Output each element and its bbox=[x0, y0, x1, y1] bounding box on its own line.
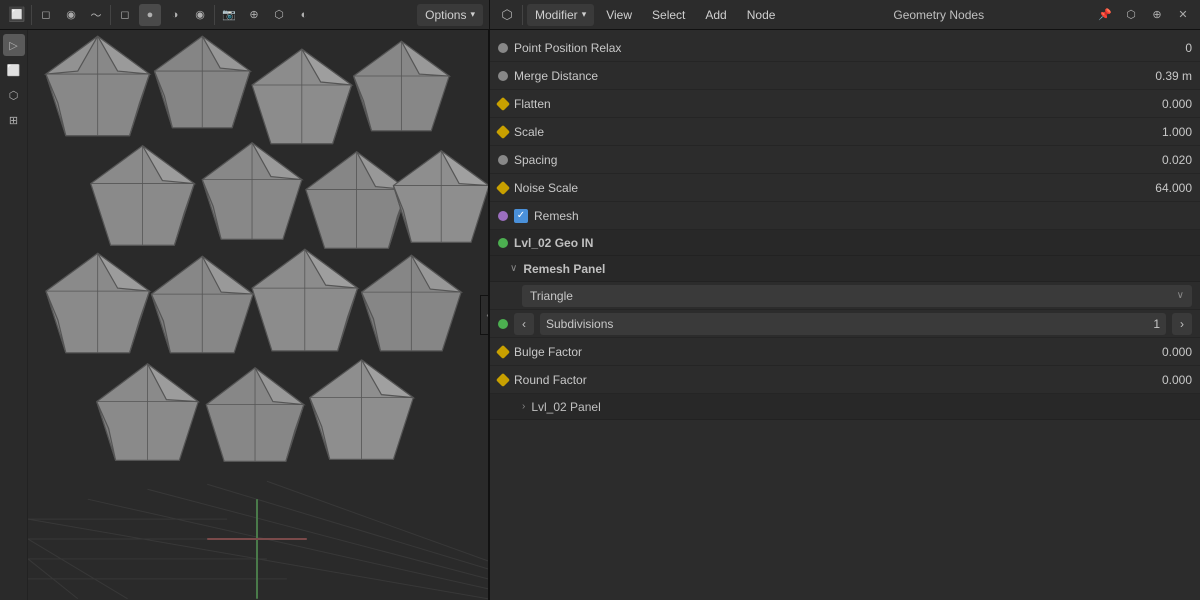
close-btn[interactable]: ✕ bbox=[1172, 4, 1194, 26]
prop-bulge-factor[interactable]: Bulge Factor 0.000 bbox=[490, 338, 1200, 366]
remesh-checkbox[interactable]: ✓ bbox=[514, 209, 528, 223]
lvl02-panel-chevron-icon: › bbox=[522, 401, 525, 412]
prop-spacing[interactable]: Spacing 0.020 bbox=[490, 146, 1200, 174]
chevron-left-icon: ‹ bbox=[522, 317, 526, 331]
snapping-btn[interactable]: ⊕ bbox=[1146, 4, 1168, 26]
triangle-dropdown-arrow-icon: ∨ bbox=[1177, 290, 1184, 301]
viewport-xray-btn[interactable]: ◐ bbox=[293, 4, 315, 26]
viewport-camera-btn[interactable]: 📷 bbox=[218, 4, 240, 26]
prop-merge-distance[interactable]: Merge Distance 0.39 m bbox=[490, 62, 1200, 90]
dot-merge-distance bbox=[498, 71, 508, 81]
options-button[interactable]: Options ▾ bbox=[417, 4, 483, 26]
viewport-overlay-btn[interactable]: ⬡ bbox=[268, 4, 290, 26]
mode-object-btn[interactable]: ◻ bbox=[35, 4, 57, 26]
chevron-right-icon: › bbox=[1180, 317, 1184, 331]
section-lvl02-geo-in: Lvl_02 Geo IN bbox=[490, 230, 1200, 256]
dot-scale bbox=[496, 124, 510, 138]
editor-type-btn[interactable]: 🔲 bbox=[6, 4, 28, 26]
dot-spacing bbox=[498, 155, 508, 165]
dot-lvl02-geo-in bbox=[498, 238, 508, 248]
select-tool-btn[interactable]: ▷ bbox=[3, 34, 25, 56]
node-editor-toolbar: ⬡ Modifier ▾ View Select Add Node Geomet… bbox=[490, 0, 1200, 29]
lasso-select-btn[interactable]: ⬡ bbox=[3, 84, 25, 106]
subdivisions-stepper-row: ‹ Subdivisions 1 › bbox=[490, 310, 1200, 338]
options-chevron-icon: ▾ bbox=[470, 9, 475, 20]
viewport-toolbar: 🔲 ◻ ◉ 〜 ◻ ● ◑ ◉ 📷 ⊕ ⬡ ◐ Options ▾ bbox=[0, 0, 490, 29]
subdivisions-decrease-btn[interactable]: ‹ bbox=[514, 313, 534, 335]
node-menu-btn[interactable]: Node bbox=[739, 4, 784, 26]
subdivisions-value-field[interactable]: Subdivisions 1 bbox=[540, 313, 1166, 335]
add-menu-btn[interactable]: Add bbox=[697, 4, 734, 26]
box-select-btn[interactable]: ⬜ bbox=[3, 59, 25, 81]
dot-round-factor bbox=[496, 372, 510, 386]
section-remesh-panel[interactable]: ∨ Remesh Panel bbox=[490, 256, 1200, 282]
collapse-icon: ‹ bbox=[486, 310, 489, 321]
shading-render-btn[interactable]: ◉ bbox=[189, 4, 211, 26]
dot-flatten bbox=[496, 96, 510, 110]
select-all-btn[interactable]: ⊞ bbox=[3, 109, 25, 131]
mode-sculpt-btn[interactable]: 〜 bbox=[85, 4, 107, 26]
triangle-dropdown[interactable]: Triangle ∨ bbox=[522, 285, 1192, 307]
triangle-dropdown-row: Triangle ∨ bbox=[490, 282, 1200, 310]
overlay-node-btn[interactable]: ⬡ bbox=[1120, 4, 1142, 26]
dot-subdivisions bbox=[498, 319, 508, 329]
shading-material-btn[interactable]: ◑ bbox=[164, 4, 186, 26]
shading-solid-btn[interactable]: ● bbox=[139, 4, 161, 26]
remesh-checkbox-row[interactable]: ✓ Remesh bbox=[490, 202, 1200, 230]
dot-point-position-relax bbox=[498, 43, 508, 53]
viewport-collapse-handle[interactable]: ‹ bbox=[480, 295, 490, 335]
node-editor-title: Geometry Nodes bbox=[893, 8, 984, 22]
shading-wire-btn[interactable]: ◻ bbox=[114, 4, 136, 26]
dot-remesh bbox=[498, 211, 508, 221]
properties-panel: Point Position Relax 0 Merge Distance 0.… bbox=[490, 30, 1200, 600]
prop-point-position-relax[interactable]: Point Position Relax 0 bbox=[490, 34, 1200, 62]
prop-noise-scale[interactable]: Noise Scale 64.000 bbox=[490, 174, 1200, 202]
select-menu-btn[interactable]: Select bbox=[644, 4, 693, 26]
mode-edit-btn[interactable]: ◉ bbox=[60, 4, 82, 26]
subdivisions-increase-btn[interactable]: › bbox=[1172, 313, 1192, 335]
node-editor-type-btn[interactable]: ⬡ bbox=[496, 4, 518, 26]
modifier-menu-btn[interactable]: Modifier ▾ bbox=[527, 4, 594, 26]
modifier-chevron-icon: ▾ bbox=[582, 9, 587, 20]
pin-btn[interactable]: 📌 bbox=[1094, 4, 1116, 26]
prop-round-factor[interactable]: Round Factor 0.000 bbox=[490, 366, 1200, 394]
prop-flatten[interactable]: Flatten 0.000 bbox=[490, 90, 1200, 118]
right-panel: Point Position Relax 0 Merge Distance 0.… bbox=[490, 30, 1200, 600]
viewport-gizmo-btn[interactable]: ⊕ bbox=[243, 4, 265, 26]
view-menu-btn[interactable]: View bbox=[598, 4, 640, 26]
3d-viewport: ▷ ⬜ ⬡ ⊞ bbox=[0, 30, 490, 600]
tool-sidebar: ▷ ⬜ ⬡ ⊞ bbox=[0, 30, 28, 600]
remesh-panel-chevron-icon: ∨ bbox=[510, 263, 517, 274]
prop-scale[interactable]: Scale 1.000 bbox=[490, 118, 1200, 146]
lvl02-panel-collapsed[interactable]: › Lvl_02 Panel bbox=[490, 394, 1200, 420]
dot-bulge-factor bbox=[496, 344, 510, 358]
dot-noise-scale bbox=[496, 180, 510, 194]
